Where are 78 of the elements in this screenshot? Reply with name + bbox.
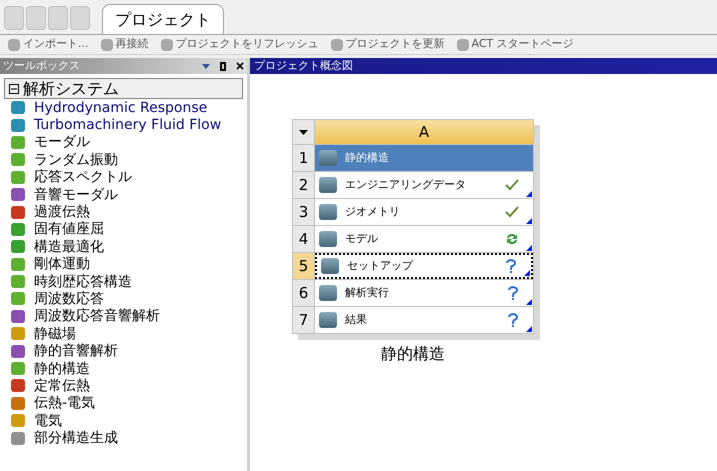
cell-label: セットアップ xyxy=(347,258,414,274)
row-number: 6 xyxy=(293,280,315,306)
dropdown-icon[interactable] xyxy=(202,64,210,68)
group-header[interactable]: 解析システム xyxy=(4,78,243,99)
component-icon xyxy=(319,177,337,193)
toolbar-button[interactable]: プロジェクトを更新 xyxy=(330,36,444,53)
toolbox-item[interactable]: 伝熱-電気 xyxy=(11,394,247,412)
group-label: 解析システム xyxy=(23,78,119,100)
toolbar-button[interactable]: プロジェクトをリフレッシュ xyxy=(160,36,318,53)
toolbar-icon xyxy=(456,38,468,50)
toolbox-item[interactable]: 電気 xyxy=(11,412,247,430)
toolbox-item[interactable]: 音響モーダル xyxy=(11,186,247,204)
corner-icon xyxy=(524,270,530,276)
system-name: 静的構造 xyxy=(380,343,446,365)
row-number: 4 xyxy=(293,226,315,252)
system-menu-button[interactable] xyxy=(293,120,315,144)
toolbar-button[interactable]: インポート... xyxy=(8,36,88,53)
cell-label: ジオメトリ xyxy=(345,204,401,220)
component-icon xyxy=(319,231,337,247)
row-number: 2 xyxy=(293,172,315,198)
panel-title: ツールボックス xyxy=(3,58,81,74)
pin-icon[interactable] xyxy=(220,62,226,70)
cell-label: 結果 xyxy=(345,312,368,328)
toolbar-button[interactable]: ACT スタートページ xyxy=(456,36,574,53)
cell-label: 解析実行 xyxy=(345,284,390,301)
component-icon xyxy=(319,312,337,328)
corner-icon xyxy=(526,218,532,224)
cell-label: モデル xyxy=(345,230,379,247)
toolbar-button[interactable]: 再接続 xyxy=(100,36,148,53)
toolbox-item[interactable]: 過渡伝熱 xyxy=(11,203,247,221)
toolbar-icon xyxy=(8,38,20,50)
toolbox-item[interactable]: 定常伝熱 xyxy=(11,377,247,395)
toolbox-item[interactable]: 部分構造生成 xyxy=(11,429,247,447)
toolbox-item[interactable]: ランダム振動 xyxy=(11,151,247,169)
toolbar-icon xyxy=(330,38,342,50)
question-icon xyxy=(507,312,519,328)
toolbox-item[interactable]: Turbomachinery Fluid Flow xyxy=(11,116,247,134)
collapse-icon[interactable] xyxy=(9,84,19,94)
toolbox-item[interactable]: 周波数応答 xyxy=(11,290,247,308)
tab[interactable]: プロジェクト xyxy=(102,4,224,34)
question-icon xyxy=(505,258,517,274)
row-number: 1 xyxy=(293,145,315,171)
toolbar-icon xyxy=(100,38,112,50)
cell-label: 静的構造 xyxy=(345,150,390,166)
close-icon[interactable] xyxy=(236,62,244,70)
row-number: 7 xyxy=(293,307,315,333)
refresh-icon xyxy=(505,232,519,246)
check-icon xyxy=(505,179,519,191)
toolbar-icon xyxy=(160,38,172,50)
question-icon xyxy=(507,286,519,300)
toolbox-item[interactable]: モーダル xyxy=(11,134,247,152)
panel-title: プロジェクト概念図 xyxy=(254,58,353,74)
column-header: A xyxy=(315,120,533,144)
row-number: 3 xyxy=(293,199,315,225)
check-icon xyxy=(505,206,519,218)
component-icon xyxy=(319,150,337,166)
toolbox-item[interactable]: 静的音響解析 xyxy=(11,342,247,360)
toolbox-item[interactable]: 固有値座屈 xyxy=(11,220,247,238)
corner-icon xyxy=(526,191,532,197)
toolbox-item[interactable]: 静的構造 xyxy=(11,360,247,378)
toolbox-item[interactable]: 剛体運動 xyxy=(11,256,247,273)
corner-icon xyxy=(526,299,532,305)
component-icon xyxy=(319,204,337,220)
component-icon xyxy=(319,285,337,301)
toolbox-item[interactable]: 静磁場 xyxy=(11,325,247,342)
corner-icon xyxy=(526,245,532,251)
toolbox-item[interactable]: Hydrodynamic Response xyxy=(11,99,247,116)
component-icon xyxy=(321,258,339,274)
cell-label: エンジニアリングデータ xyxy=(345,176,467,193)
system-cell[interactable]: セットアップ xyxy=(315,253,533,279)
system-cell[interactable]: 静的構造 xyxy=(315,145,533,171)
row-number: 5 xyxy=(293,253,315,279)
dropdown-icon xyxy=(299,130,308,134)
toolbox-item[interactable]: 構造最適化 xyxy=(11,238,247,256)
corner-icon xyxy=(526,326,532,332)
toolbox-item[interactable]: 周波数応答音響解析 xyxy=(11,308,247,326)
toolbox-item[interactable]: 時刻歴応答構造 xyxy=(11,272,247,290)
toolbox-item[interactable]: 応答スペクトル xyxy=(11,168,247,186)
